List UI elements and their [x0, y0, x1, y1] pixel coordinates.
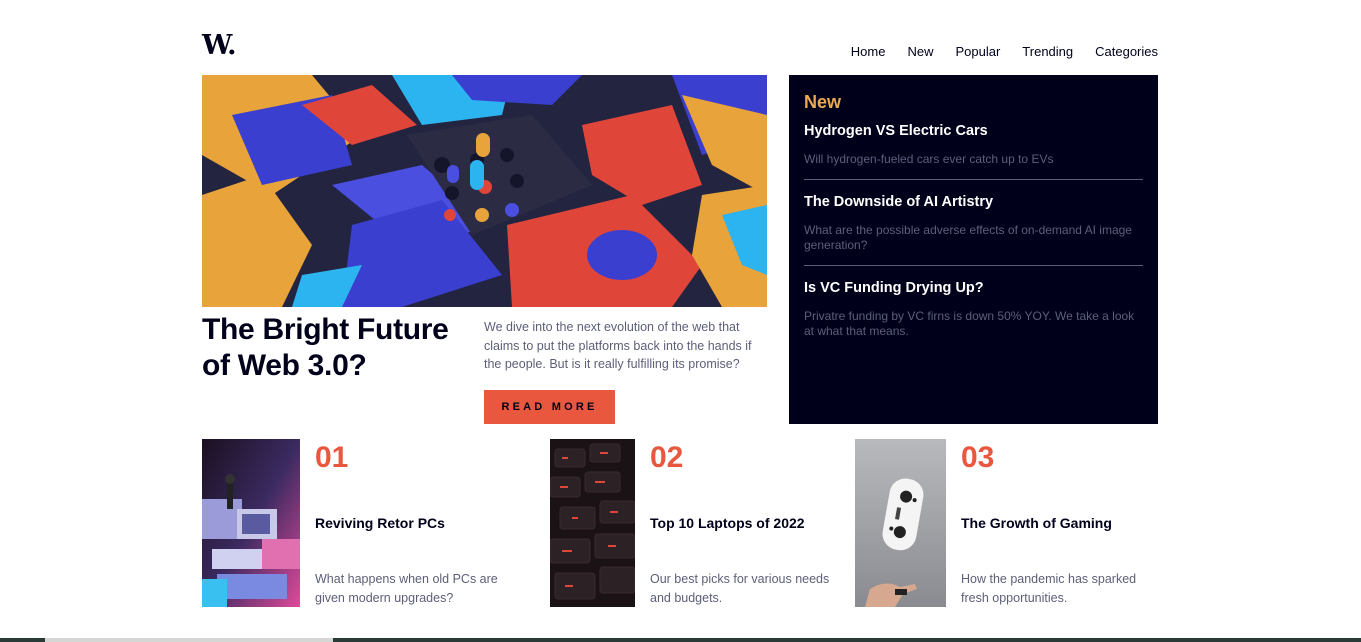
new-articles-panel: New Hydrogen VS Electric Cars Will hydro… — [789, 75, 1158, 424]
new-item-title[interactable]: Is VC Funding Drying Up? — [804, 280, 1143, 296]
card-description: How the pandemic has sparked fresh oppor… — [961, 572, 1137, 605]
card-text: 02 — [650, 439, 683, 476]
horizontal-scrollbar[interactable] — [0, 638, 1361, 642]
card-number: 02 — [650, 441, 684, 474]
article-card-1[interactable]: 01 Reviving Retor PCs What happens when … — [202, 439, 532, 607]
nav-new[interactable]: New — [907, 44, 933, 59]
hero-title: The Bright Future of Web 3.0? — [202, 313, 449, 382]
new-item-title[interactable]: Hydrogen VS Electric Cars — [804, 123, 1143, 139]
new-item-description: Privatre funding by VC firns is down 50%… — [804, 308, 1135, 339]
nav-popular[interactable]: Popular — [955, 44, 1000, 59]
hero-image — [202, 75, 767, 307]
card-text: 01 — [315, 439, 348, 476]
article-card-2[interactable]: 02 Top 10 Laptops of 2022 Our best picks… — [550, 439, 840, 607]
new-heading: New — [804, 92, 842, 112]
site-logo[interactable]: W. — [202, 30, 237, 61]
nav-trending[interactable]: Trending — [1022, 44, 1073, 59]
laptop-keyboard-image — [550, 439, 635, 607]
scrollbar-thumb[interactable] — [45, 638, 333, 642]
hero-description: We dive into the next evolution of the w… — [484, 320, 752, 371]
nav-home[interactable]: Home — [851, 44, 886, 59]
read-more-button[interactable]: READ MORE — [484, 390, 615, 424]
nav-categories[interactable]: Categories — [1095, 44, 1158, 59]
page-container: W. Home New Popular Trending Categories — [202, 0, 1158, 642]
new-item-title[interactable]: The Downside of AI Artistry — [804, 194, 1143, 210]
new-item[interactable]: Is VC Funding Drying Up? Privatre fundin… — [804, 264, 1143, 351]
new-item-description: What are the possible adverse effects of… — [804, 222, 1132, 253]
card-description: Our best picks for various needs and bud… — [650, 572, 830, 605]
main-nav: Home New Popular Trending Categories — [829, 44, 1158, 59]
new-item[interactable]: Hydrogen VS Electric Cars Will hydrogen-… — [804, 123, 1143, 179]
card-title[interactable]: Reviving Retor PCs — [315, 515, 445, 531]
card-description: What happens when old PCs are given mode… — [315, 572, 498, 605]
new-item[interactable]: The Downside of AI Artistry What are the… — [804, 178, 1143, 265]
article-card-3[interactable]: 03 The Growth of Gaming How the pandemic… — [855, 439, 1158, 607]
card-number: 03 — [961, 441, 995, 474]
new-item-description: Will hydrogen-fueled cars ever catch up … — [804, 152, 1054, 166]
card-title[interactable]: The Growth of Gaming — [961, 515, 1112, 531]
card-text: 03 — [961, 439, 994, 476]
card-title[interactable]: Top 10 Laptops of 2022 — [650, 515, 805, 531]
gaming-controller-image — [855, 439, 946, 607]
retro-pc-image — [202, 439, 300, 607]
card-number: 01 — [315, 441, 349, 474]
